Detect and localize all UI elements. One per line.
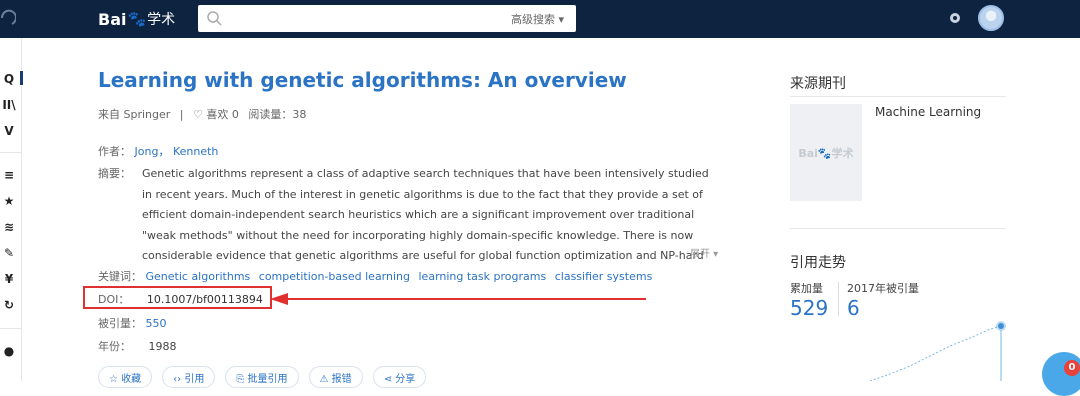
left-sidebar: Q II\ V ≡ ★ ≋ ✎ ¥ ↻ ● xyxy=(0,38,23,381)
author-link[interactable]: Kenneth xyxy=(173,145,218,158)
search-icon xyxy=(207,11,222,26)
collapse-icon[interactable] xyxy=(0,8,16,28)
authors-row: 作者： Jong， Kenneth xyxy=(98,143,218,159)
logo-paw-icon: 🐾 xyxy=(127,10,147,28)
logo-subtitle: 学术 xyxy=(147,12,176,28)
share-button[interactable]: ⋖ 分享 xyxy=(372,366,427,388)
favorite-button[interactable]: ☆ 收藏 xyxy=(98,366,153,388)
stat-divider xyxy=(838,282,839,316)
like-button[interactable]: ♡ 喜欢 0 xyxy=(193,108,239,121)
v-nav-icon[interactable]: V xyxy=(0,124,18,138)
layers-nav-icon[interactable]: ≋ xyxy=(0,220,18,234)
year-cite-value: 6 xyxy=(847,296,860,320)
journal-section-title: 来源期刊 xyxy=(790,76,846,92)
total-value: 529 xyxy=(790,296,829,320)
keyword-link[interactable]: Genetic algorithms xyxy=(146,270,251,283)
notification-badge: 0 xyxy=(1064,360,1080,376)
divider xyxy=(0,328,22,329)
year-label: 年份： xyxy=(98,340,131,353)
divider xyxy=(790,96,1006,97)
batch-cite-button[interactable]: ⎘ 批量引用 xyxy=(225,366,299,388)
user-nav-icon[interactable]: ● xyxy=(0,344,18,358)
paper-title[interactable]: Learning with genetic algorithms: An ove… xyxy=(98,68,627,92)
keywords-label: 关键词： xyxy=(98,270,142,283)
authors-label: 作者： xyxy=(98,145,131,158)
year-row: 年份： 1988 xyxy=(98,338,177,354)
author-separator: ， xyxy=(158,145,170,158)
citation-trend-chart xyxy=(870,321,1006,381)
total-label: 累加量 xyxy=(790,282,823,295)
year-value: 1988 xyxy=(148,340,177,353)
author-link[interactable]: Jong xyxy=(135,145,159,158)
star-nav-icon[interactable]: ★ xyxy=(0,194,18,208)
keyword-link[interactable]: learning task programs xyxy=(419,270,547,283)
action-bar: ☆ 收藏 ‹› 引用 ⎘ 批量引用 ⚠ 报错 ⋖ 分享 xyxy=(98,366,427,388)
feed-nav-icon[interactable]: ≡ xyxy=(0,168,18,182)
citation-trend-title: 引用走势 xyxy=(790,255,846,271)
keyword-link[interactable]: classifier systems xyxy=(555,270,653,283)
yen-nav-icon[interactable]: ¥ xyxy=(0,272,18,286)
logo-text: Bai xyxy=(98,9,127,29)
search-nav-icon[interactable]: Q xyxy=(0,72,18,86)
year-cite-label: 2017年被引量 xyxy=(847,282,919,295)
active-indicator xyxy=(20,71,23,85)
divider xyxy=(790,228,1006,229)
expand-button[interactable]: 展开 ▾ xyxy=(690,245,718,260)
arrow-annotation xyxy=(270,293,646,305)
paper-meta: 来自 Springer | ♡ 喜欢 0 阅读量：38 xyxy=(98,106,312,122)
doi-highlight-box xyxy=(83,286,272,309)
avatar[interactable] xyxy=(978,5,1004,31)
report-error-button[interactable]: ⚠ 报错 xyxy=(308,366,363,388)
refresh-nav-icon[interactable]: ↻ xyxy=(0,298,18,312)
advanced-search-link[interactable]: 高级搜索 ▾ xyxy=(511,11,564,27)
separator: | xyxy=(179,108,184,121)
top-navigation-bar: Bai 🐾 学术 高级搜索 ▾ xyxy=(0,0,1080,38)
search-input[interactable]: 高级搜索 ▾ xyxy=(198,5,576,32)
divider xyxy=(0,152,22,153)
abstract-text: Genetic algorithms represent a class of … xyxy=(142,167,709,263)
library-nav-icon[interactable]: II\ xyxy=(0,98,18,112)
baidu-scholar-logo[interactable]: Bai 🐾 学术 xyxy=(98,8,175,30)
keywords-row: 关键词： Genetic algorithms competition-base… xyxy=(98,268,652,284)
abstract-label: 摘要： xyxy=(98,167,131,180)
journal-cover-image[interactable]: Bai🐾学术 xyxy=(790,104,862,201)
cited-count-link[interactable]: 550 xyxy=(146,317,167,330)
cited-label: 被引量： xyxy=(98,317,142,330)
gear-icon[interactable] xyxy=(947,10,963,26)
keyword-link[interactable]: competition-based learning xyxy=(259,270,410,283)
pen-nav-icon[interactable]: ✎ xyxy=(0,246,18,260)
journal-name-link[interactable]: Machine Learning xyxy=(875,105,981,119)
read-count: 阅读量：38 xyxy=(248,108,307,121)
source-text[interactable]: 来自 Springer xyxy=(98,108,170,121)
cite-button[interactable]: ‹› 引用 xyxy=(162,366,216,388)
cited-row: 被引量： 550 xyxy=(98,315,167,331)
